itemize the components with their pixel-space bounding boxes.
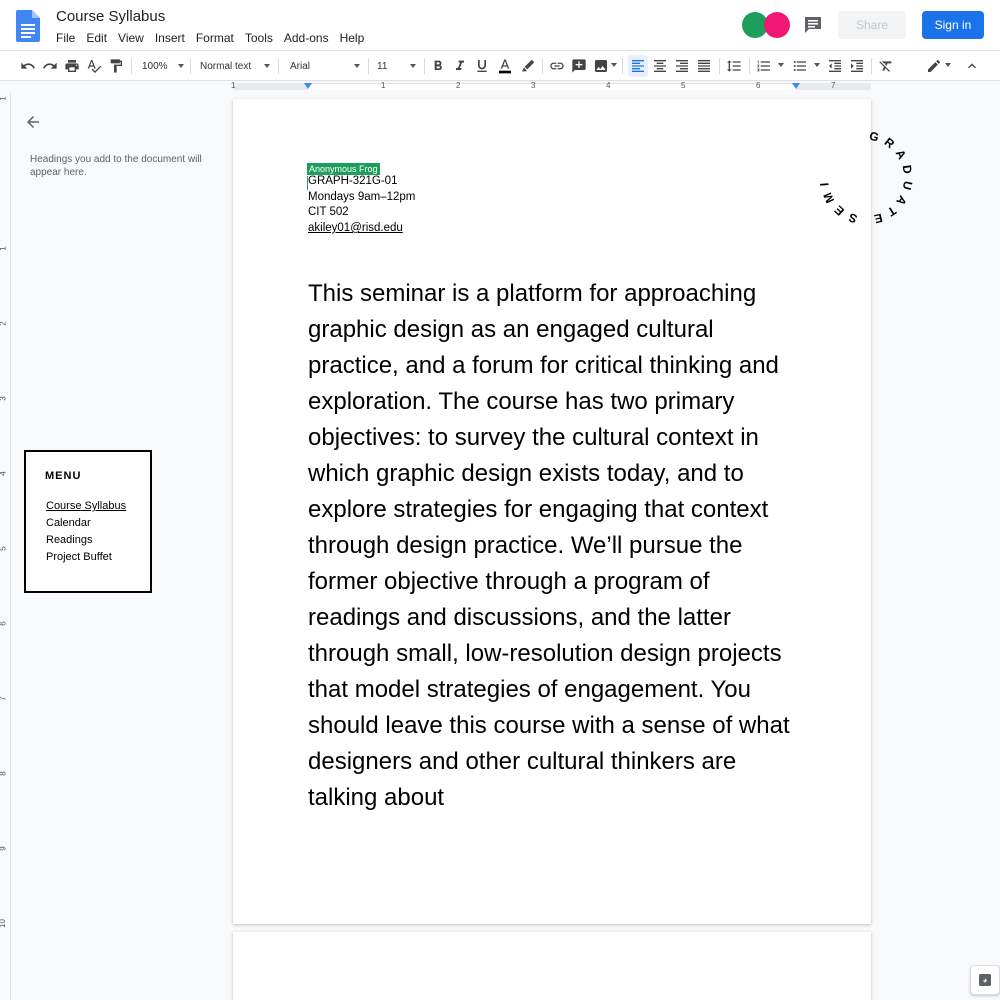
highlight-color-icon[interactable] (519, 55, 537, 77)
ruler-number: 8 (0, 771, 8, 775)
insert-link-icon[interactable] (548, 55, 566, 77)
chevron-down-icon[interactable] (611, 63, 617, 67)
course-menu-box: MENU Course Syllabus Calendar Readings P… (24, 450, 152, 593)
seal-text: GRADUATE SEMINAR 1 (806, 118, 910, 227)
zoom-select[interactable]: 100% (138, 55, 186, 77)
paint-format-icon[interactable] (107, 55, 125, 77)
ruler-number: 4 (606, 81, 611, 90)
italic-icon[interactable] (451, 55, 469, 77)
menu-link-calendar[interactable]: Calendar (46, 517, 91, 529)
font-size-select[interactable]: 11 (374, 55, 418, 77)
ruler-number: 2 (456, 81, 461, 90)
document-title[interactable]: Course Syllabus (56, 8, 165, 25)
ruler-number: 6 (0, 621, 8, 625)
course-description-paragraph: This seminar is a platform for approachi… (308, 280, 790, 811)
menu-view[interactable]: View (118, 31, 150, 45)
docs-logo-icon[interactable] (16, 10, 40, 42)
spellcheck-icon[interactable] (85, 55, 103, 77)
toolbar: 100% Normal text Arial 11 (0, 50, 1000, 81)
menu-format[interactable]: Format (196, 31, 240, 45)
paragraph-style-select[interactable]: Normal text (196, 55, 272, 77)
undo-icon[interactable] (19, 55, 37, 77)
insert-comment-icon[interactable] (570, 55, 588, 77)
font-value: Arial (290, 60, 311, 72)
align-left-icon[interactable] (628, 55, 648, 77)
numbered-list-icon[interactable] (755, 55, 773, 77)
ruler-number: 3 (0, 396, 8, 400)
align-justify-icon[interactable] (695, 55, 713, 77)
ruler-number: 4 (0, 471, 8, 475)
collaborator-avatar[interactable] (764, 12, 790, 38)
svg-text:GRADUATE SEMINAR 1: GRADUATE SEMINAR 1 (806, 118, 916, 227)
menu-link-readings[interactable]: Readings (46, 534, 92, 546)
comments-icon[interactable] (801, 13, 825, 37)
explore-icon (979, 974, 991, 986)
outline-hint-text: Headings you add to the document will ap… (30, 154, 202, 178)
collaborator-cursor-label: Anonymous Frog (307, 163, 380, 175)
paragraph-style-value: Normal text (200, 60, 252, 72)
menu-insert[interactable]: Insert (155, 31, 191, 45)
menu-link-course-syllabus[interactable]: Course Syllabus (46, 500, 126, 512)
collapse-menus-icon[interactable] (963, 55, 981, 77)
ruler-number: 3 (531, 81, 536, 90)
font-select[interactable]: Arial (286, 55, 362, 77)
zoom-value: 100% (142, 60, 168, 72)
ruler-number: 6 (756, 81, 761, 90)
ruler-number: 1 (0, 96, 8, 100)
bulleted-list-icon[interactable] (791, 55, 809, 77)
left-indent-marker[interactable] (304, 83, 312, 89)
ruler-number: 5 (0, 546, 8, 550)
decrease-indent-icon[interactable] (826, 55, 844, 77)
document-page[interactable]: Anonymous Frog GRAPH-321G-01 Mondays 9am… (233, 99, 871, 924)
menu-edit[interactable]: Edit (86, 31, 113, 45)
ruler-number: 9 (0, 846, 8, 850)
ruler-number: 1 (0, 246, 8, 250)
course-code: GRAPH-321G-01 (308, 175, 398, 187)
menu-link-project-buffet[interactable]: Project Buffet (46, 551, 112, 563)
ruler-number: 5 (681, 81, 686, 90)
menu-file[interactable]: File (56, 31, 81, 45)
ruler-number: 7 (831, 81, 836, 90)
increase-indent-icon[interactable] (848, 55, 866, 77)
chevron-down-icon[interactable] (778, 63, 784, 67)
back-arrow-icon[interactable] (24, 113, 42, 131)
right-indent-marker[interactable] (792, 83, 800, 89)
print-icon[interactable] (63, 55, 81, 77)
menu-title: MENU (45, 470, 82, 482)
explore-button[interactable] (970, 965, 1000, 995)
graduate-seminar-seal: GRADUATE SEMINAR 1 (806, 118, 916, 227)
course-schedule: Mondays 9am–12pm (308, 191, 416, 203)
bold-icon[interactable] (429, 55, 447, 77)
text-color-icon[interactable] (495, 55, 515, 77)
chevron-down-icon[interactable] (814, 63, 820, 67)
redo-icon[interactable] (41, 55, 59, 77)
align-right-icon[interactable] (673, 55, 691, 77)
chevron-down-icon[interactable] (945, 63, 951, 67)
menu-bar: File Edit View Insert Format Tools Add-o… (56, 31, 375, 45)
horizontal-ruler[interactable]: 1 1 2 3 4 5 6 7 (0, 81, 1000, 92)
title-bar: Course Syllabus File Edit View Insert Fo… (0, 0, 1000, 50)
sign-in-button[interactable]: Sign in (922, 11, 984, 39)
vertical-ruler[interactable]: 1 1 2 3 4 5 6 7 8 9 10 (0, 92, 11, 1000)
align-center-icon[interactable] (651, 55, 669, 77)
editing-mode-pencil-icon[interactable] (924, 55, 944, 77)
share-button[interactable]: Share (838, 11, 906, 39)
ruler-number: 1 (381, 81, 386, 90)
menu-tools[interactable]: Tools (245, 31, 279, 45)
insert-image-icon[interactable] (592, 55, 610, 77)
line-spacing-icon[interactable] (725, 55, 743, 77)
document-page-2[interactable] (233, 932, 871, 1000)
ruler-number: 2 (0, 321, 8, 325)
font-size-value: 11 (377, 60, 388, 72)
instructor-email-link[interactable]: akiley01@risd.edu (308, 222, 403, 234)
ruler-number: 1 (231, 81, 236, 90)
ruler-number: 10 (0, 919, 7, 928)
underline-icon[interactable] (473, 55, 491, 77)
ruler-number: 7 (0, 696, 8, 700)
clear-formatting-icon[interactable] (877, 55, 895, 77)
menu-addons[interactable]: Add-ons (284, 31, 335, 45)
course-room: CIT 502 (308, 206, 349, 218)
menu-help[interactable]: Help (340, 31, 371, 45)
